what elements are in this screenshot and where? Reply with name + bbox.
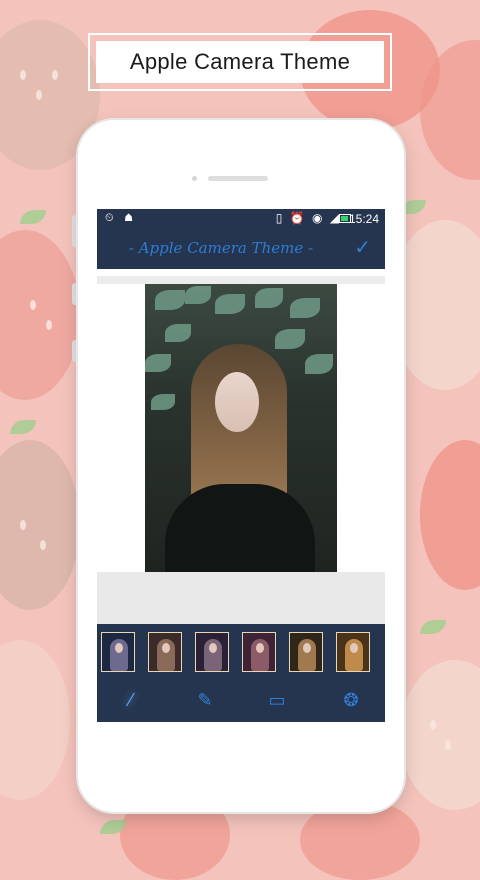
banner-title: Apple Camera Theme — [96, 41, 384, 83]
filter-thumb-5[interactable] — [289, 632, 323, 672]
check-icon[interactable]: ✓ — [354, 238, 371, 258]
status-right-icons: ▯ ⏰ ◉ ◢ — [275, 211, 341, 225]
status-bar: ⏲ ☗ ▯ ⏰ ◉ ◢ 15:24 — [97, 209, 385, 229]
phone-screen: ⏲ ☗ ▯ ⏰ ◉ ◢ 15:24 - Apple Camera Theme -… — [97, 209, 385, 749]
divider-bar — [97, 276, 385, 284]
magic-wand-icon[interactable]: ⁄ — [117, 688, 145, 712]
pencil-icon[interactable]: ✎ — [191, 688, 219, 712]
photo-footer-area — [97, 572, 385, 624]
filter-thumb-4[interactable] — [242, 632, 276, 672]
frame-icon[interactable]: ▭ — [263, 688, 291, 712]
status-time: 15:24 — [348, 212, 379, 226]
filter-thumb-3[interactable] — [195, 632, 229, 672]
app-bar: - Apple Camera Theme - ✓ — [97, 229, 385, 269]
photo-subject-jacket — [165, 484, 315, 572]
filter-strip — [97, 624, 385, 678]
filter-thumb-6[interactable] — [336, 632, 370, 672]
title-banner: Apple Camera Theme — [88, 33, 392, 91]
photo-subject-face — [215, 372, 259, 432]
phone-camera — [192, 176, 197, 181]
filter-thumb-2[interactable] — [148, 632, 182, 672]
app-title: - Apple Camera Theme - — [128, 239, 314, 257]
bottom-toolbar: ⁄ ✎ ▭ ❂ — [97, 678, 385, 722]
status-left-icons: ⏲ ☗ — [105, 212, 137, 224]
phone-speaker — [208, 176, 268, 181]
aperture-icon[interactable]: ❂ — [337, 688, 365, 712]
edit-photo[interactable] — [145, 284, 337, 572]
filter-thumb-1[interactable] — [101, 632, 135, 672]
